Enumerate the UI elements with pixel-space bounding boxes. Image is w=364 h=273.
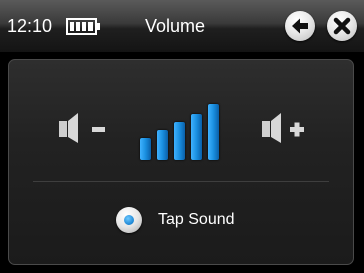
volume-panel: Tap Sound xyxy=(8,59,354,265)
speaker-minus-icon xyxy=(59,113,105,143)
back-button[interactable] xyxy=(285,11,315,41)
volume-level-indicator[interactable] xyxy=(140,100,240,160)
volume-bar-5 xyxy=(208,104,219,160)
speaker-plus-icon xyxy=(262,113,304,143)
tap-sound-label: Tap Sound xyxy=(158,211,235,228)
close-x-icon xyxy=(333,17,351,35)
radio-selected-dot xyxy=(124,215,134,225)
volume-bar-2 xyxy=(157,130,168,160)
volume-bar-4 xyxy=(191,114,202,160)
back-arrow-icon xyxy=(292,18,308,34)
volume-bar-3 xyxy=(174,122,185,160)
clock: 12:10 xyxy=(7,16,53,36)
volume-bar-1 xyxy=(140,138,151,160)
battery-full-icon xyxy=(66,18,100,35)
title-bar: 12:10 Volume xyxy=(0,0,364,53)
close-button[interactable] xyxy=(327,11,357,41)
volume-up-button[interactable] xyxy=(259,110,325,146)
page-title: Volume xyxy=(144,16,206,36)
volume-down-button[interactable] xyxy=(54,110,120,146)
tap-sound-radio[interactable] xyxy=(116,207,142,233)
divider xyxy=(33,181,329,182)
